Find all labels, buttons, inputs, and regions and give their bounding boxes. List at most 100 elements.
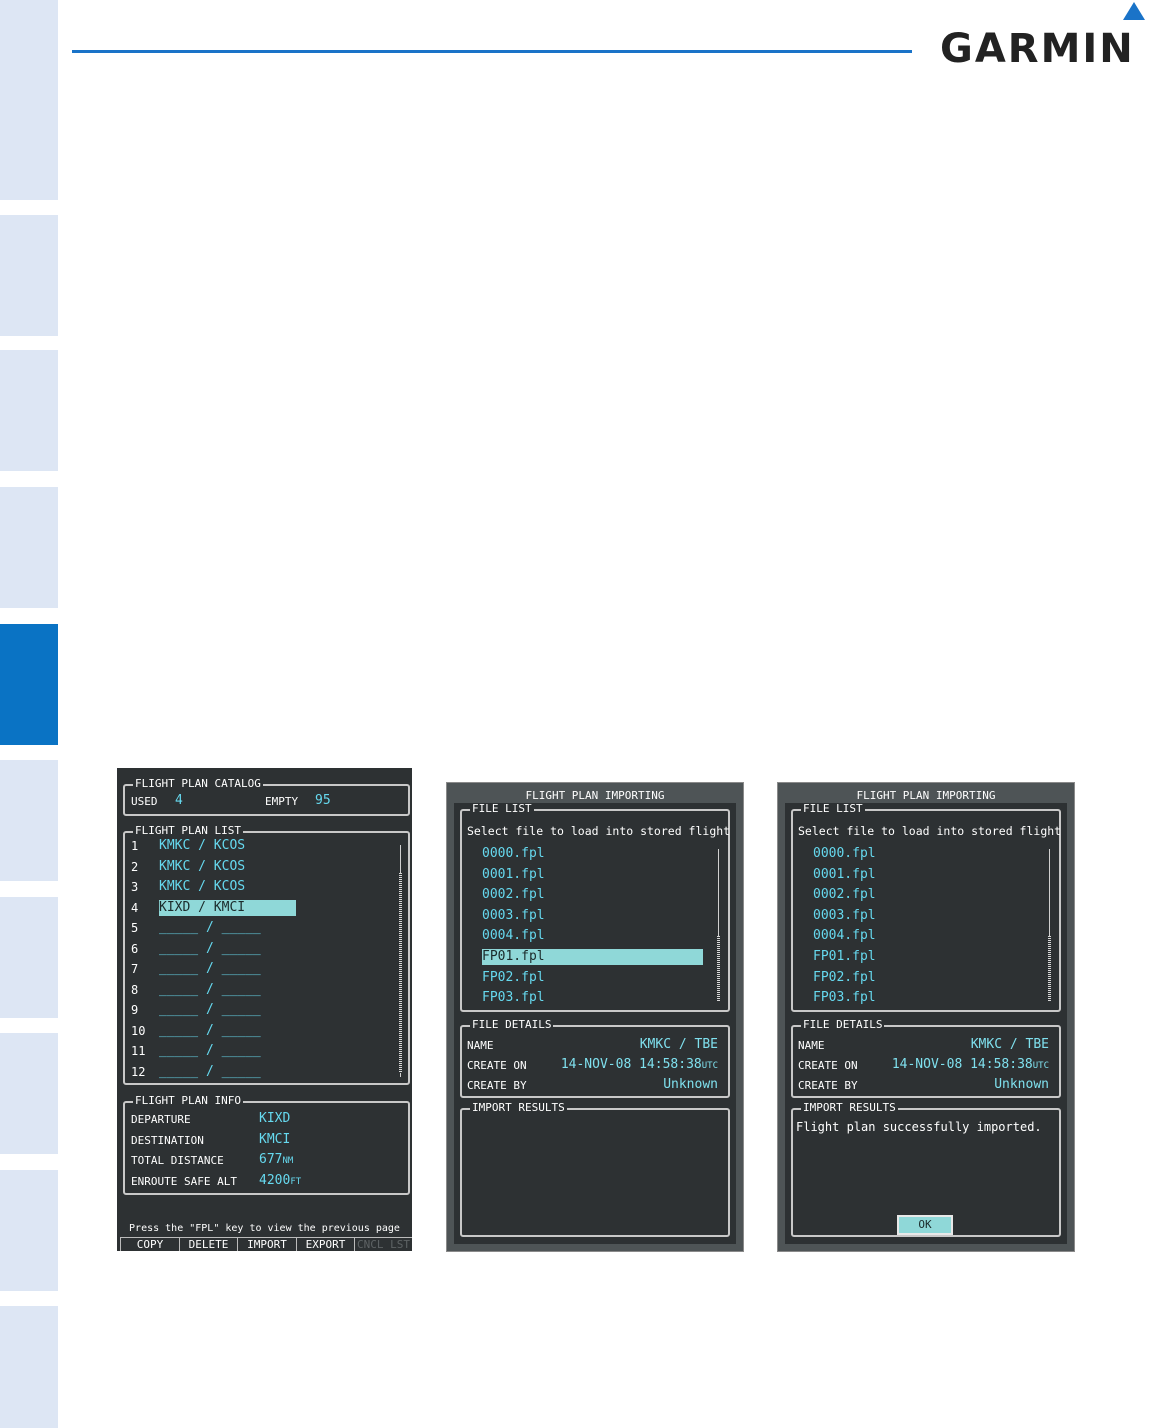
file-list-title: FILE LIST [470, 803, 534, 816]
info-value: KMCI [259, 1131, 291, 1147]
name-label-2: NAME [798, 1039, 825, 1052]
logo-triangle-icon [1123, 2, 1145, 20]
info-value: 4200FT [259, 1172, 302, 1188]
fpl-row-route[interactable]: KMKC / KCOS [159, 879, 245, 895]
used-value: 4 [175, 793, 183, 808]
info-label: DESTINATION [131, 1133, 204, 1147]
fpl-row-number: 8 [131, 982, 139, 997]
create-on-label: CREATE ON [467, 1059, 527, 1072]
file-item[interactable]: 0002.fpl [482, 887, 545, 903]
softkey-copy[interactable]: COPY [120, 1237, 179, 1251]
fpl-row-number: 3 [131, 880, 139, 894]
file-details-title: FILE DETAILS [470, 1018, 554, 1032]
header-rule [72, 50, 912, 53]
file-list-prompt: Select file to load into stored flight p… [467, 824, 736, 838]
footer-prompt: Press the "FPL" key to view the previous… [129, 1223, 400, 1234]
list-scroll-thumb[interactable] [399, 873, 402, 1073]
create-by-value: Unknown [663, 1077, 718, 1092]
section-tab-8[interactable] [0, 1033, 58, 1154]
fpl-row-route[interactable]: _____ / _____ [159, 1002, 261, 1018]
file-item[interactable]: FP03.fpl [813, 990, 876, 1006]
file-item[interactable]: 0004.fpl [813, 928, 876, 944]
info-title: FLIGHT PLAN INFO [133, 1094, 243, 1108]
section-tab-1[interactable] [0, 0, 58, 200]
file-item[interactable]: 0000.fpl [482, 846, 545, 862]
flight-plan-info-box: FLIGHT PLAN INFO DEPARTURE KIXD DESTINATIO… [123, 1094, 410, 1195]
fpl-row-number: 6 [131, 941, 139, 956]
section-tab-2[interactable] [0, 215, 58, 336]
file-item[interactable]: FP03.fpl [482, 990, 545, 1006]
name-value: KMKC / TBE [639, 1037, 718, 1052]
flight-plan-catalog-screen: FLIGHT PLAN CATALOG USED 4 EMPTY 95 FLIG… [117, 768, 412, 1251]
section-tab-4[interactable] [0, 487, 58, 608]
garmin-logo: GARMIN [940, 2, 1145, 72]
section-tab-5-active[interactable] [0, 624, 58, 745]
catalog-title: FLIGHT PLAN CATALOG [133, 777, 263, 791]
fpl-row-route[interactable]: KMKC / KCOS [159, 838, 245, 854]
file-list-title-2: FILE LIST [801, 803, 865, 816]
fpl-row-number: 1 [131, 839, 139, 853]
file-item[interactable]: FP02.fpl [813, 970, 876, 986]
create-on-label-2: CREATE ON [798, 1059, 858, 1072]
softkey-import[interactable]: IMPORT [237, 1237, 296, 1251]
fpl-row-route[interactable]: _____ / _____ [159, 941, 261, 957]
section-tab-7[interactable] [0, 897, 58, 1018]
fpl-row-number: 9 [131, 1003, 139, 1017]
file-item[interactable]: 0003.fpl [482, 908, 545, 924]
import-dialog-selecting: FLIGHT PLAN IMPORTING FILE LIST Select f… [446, 782, 744, 1252]
import-dialog-body: FILE LIST Select file to load into store… [454, 803, 736, 1244]
section-tab-10[interactable] [0, 1306, 58, 1428]
fpl-row-number: 11 [131, 1044, 146, 1058]
file-item[interactable]: FP02.fpl [482, 970, 545, 986]
file-item[interactable]: 0001.fpl [813, 867, 876, 883]
import-results-box: IMPORT RESULTS [460, 1101, 730, 1237]
fpl-row-route[interactable]: _____ / _____ [159, 1023, 261, 1039]
softkey-export[interactable]: EXPORT [296, 1237, 354, 1251]
import-results-title-2: IMPORT RESULTS [801, 1101, 898, 1115]
catalog-box: FLIGHT PLAN CATALOG USED 4 EMPTY 95 [123, 777, 410, 816]
file-list-scroll-thumb[interactable] [717, 936, 720, 1001]
create-on-value: 14-NOV-08 14:58:38UTC [560, 1057, 718, 1072]
file-item[interactable]: 0000.fpl [813, 846, 876, 862]
file-details-box-2: FILE DETAILS NAME KMKC / TBE CREATE ON 1… [791, 1018, 1061, 1098]
file-list-box-2: FILE LIST Select file to load into store… [791, 803, 1067, 1012]
fpl-row-route[interactable]: _____ / _____ [159, 982, 261, 998]
fpl-row-route-selected[interactable]: KIXD / KMCI [159, 899, 296, 916]
name-value-2: KMKC / TBE [970, 1037, 1049, 1052]
file-item-selected[interactable]: FP01.fpl [482, 949, 703, 965]
name-label: NAME [467, 1039, 494, 1052]
file-list-prompt-2: Select file to load into stored flight p… [798, 824, 1067, 838]
section-tab-6[interactable] [0, 760, 58, 881]
file-item[interactable]: 0003.fpl [813, 908, 876, 924]
import-results-title: IMPORT RESULTS [470, 1101, 567, 1115]
ok-button[interactable]: OK [897, 1215, 953, 1235]
file-item[interactable]: 0001.fpl [482, 867, 545, 883]
file-list-box: FILE LIST Select file to load into store… [460, 803, 736, 1012]
import-result-message: Flight plan successfully imported. [796, 1120, 1042, 1134]
info-value: KIXD [259, 1111, 291, 1126]
fpl-row-route[interactable]: _____ / _____ [159, 1043, 261, 1059]
fpl-row-number: 7 [131, 962, 139, 976]
import-dialog-title: FLIGHT PLAN IMPORTING [525, 789, 665, 802]
fpl-row-route[interactable]: _____ / _____ [159, 1064, 261, 1080]
list-title: FLIGHT PLAN LIST [133, 824, 243, 838]
softkey-bar: COPY DELETE IMPORT EXPORT CNCL LST [117, 1237, 412, 1251]
import-dialog-body-2: FILE LIST Select file to load into store… [785, 803, 1067, 1244]
create-by-label-2: CREATE BY [798, 1079, 858, 1092]
softkey-cancel-list: CNCL LST [354, 1237, 412, 1251]
file-item[interactable]: 0002.fpl [813, 887, 876, 903]
softkey-delete[interactable]: DELETE [179, 1237, 237, 1251]
file-list-scroll-thumb-2[interactable] [1048, 936, 1051, 1001]
fpl-row-route[interactable]: _____ / _____ [159, 961, 261, 977]
fpl-row-route[interactable]: KMKC / KCOS [159, 859, 245, 875]
section-tab-9[interactable] [0, 1170, 58, 1291]
section-tab-3[interactable] [0, 350, 58, 471]
empty-label: EMPTY [265, 795, 299, 808]
import-dialog-title-2: FLIGHT PLAN IMPORTING [856, 789, 996, 802]
flight-plan-list-box: FLIGHT PLAN LIST 1 KMKC / KCOS 2 KMKC / KCO… [123, 824, 410, 1085]
fpl-row-route[interactable]: _____ / _____ [159, 920, 261, 936]
file-item[interactable]: 0004.fpl [482, 928, 545, 944]
file-item[interactable]: FP01.fpl [813, 949, 876, 965]
info-value: 677NM [259, 1152, 294, 1167]
fpl-row-number: 2 [131, 859, 139, 874]
